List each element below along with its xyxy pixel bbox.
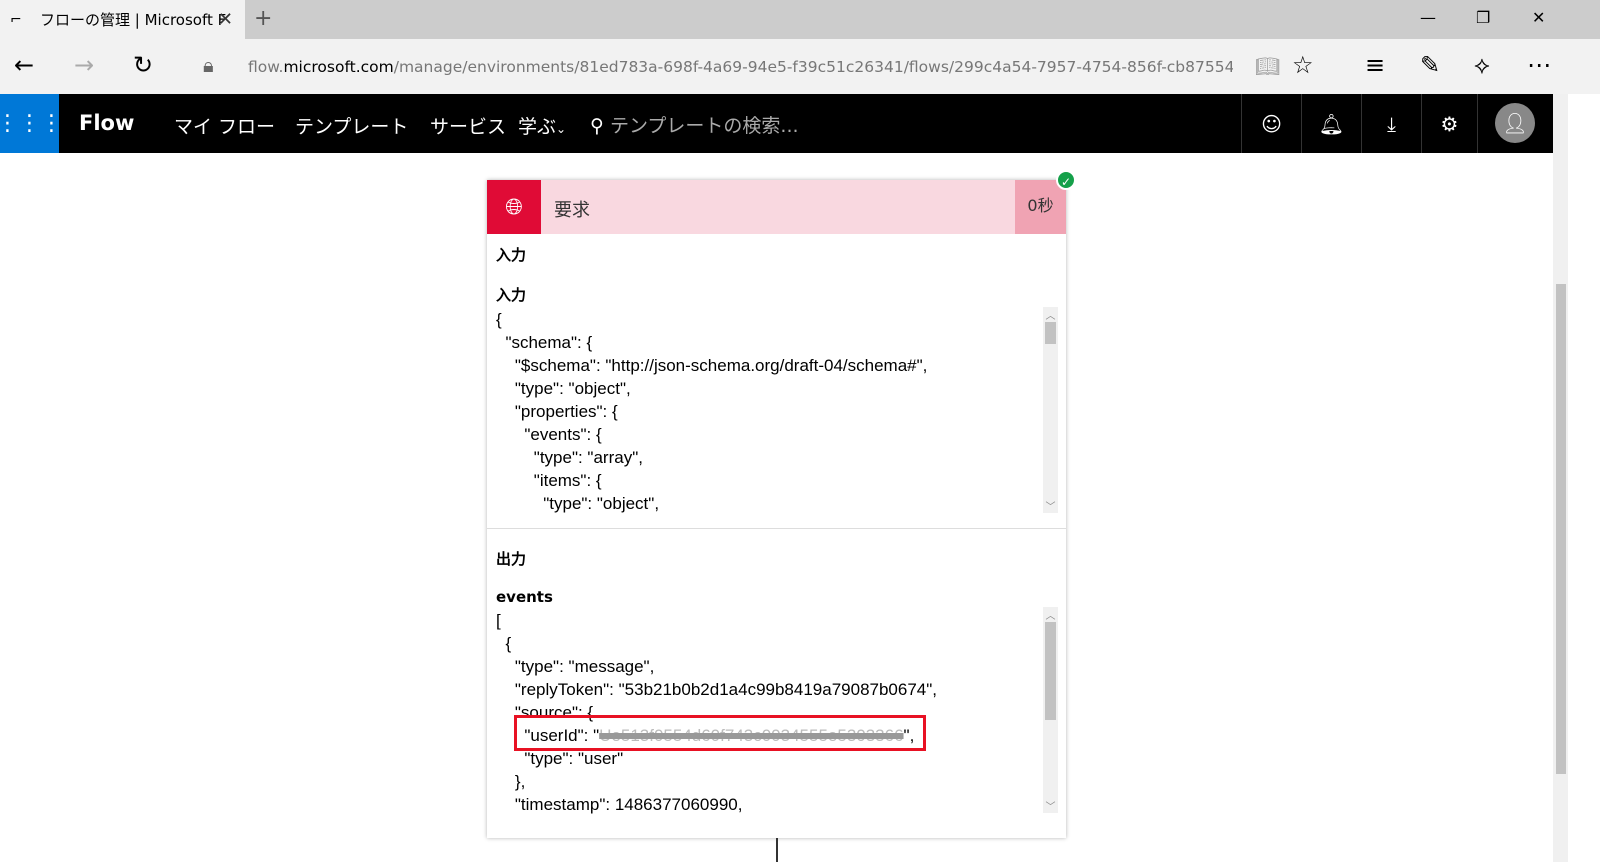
nav-services[interactable]: サービス [430, 112, 506, 139]
app-launcher-icon[interactable]: ⋮⋮⋮ [0, 94, 63, 153]
success-check-icon: ✓ [1056, 170, 1076, 190]
download-icon[interactable]: ⤓ [1361, 94, 1421, 153]
inputs-section-title: 入力 [496, 246, 527, 264]
card-header[interactable]: 🌐︎ 要求 0秒 [487, 180, 1066, 234]
settings-gear-icon[interactable]: ⚙ [1421, 94, 1477, 153]
outputs-section-title: 出力 [496, 550, 527, 568]
inputs-scrollbar[interactable]: ︿ ﹀ [1043, 307, 1058, 513]
chevron-down-icon: ⌄ [556, 122, 567, 136]
more-icon[interactable]: ⋯ [1527, 51, 1551, 79]
feedback-smiley-icon[interactable]: ☺ [1241, 94, 1301, 153]
refresh-icon[interactable]: ↻ [133, 51, 153, 79]
minimize-icon[interactable]: — [1420, 8, 1436, 27]
inputs-code[interactable]: { "schema": { "$schema": "http://json-sc… [496, 308, 1041, 514]
flow-connector [776, 838, 778, 862]
flow-top-nav: ⋮⋮⋮ Flow マイ フロー テンプレート サービス 学ぶ⌄ ⚲ テンプレート… [0, 94, 1553, 153]
avatar[interactable]: 👤︎ [1495, 103, 1535, 143]
browser-tab[interactable]: ⌐ フローの管理 | Microsoft F ✕ [0, 0, 245, 39]
tab-bar: ⌐ フローの管理 | Microsoft F ✕ + — ❐ ✕ [0, 0, 1600, 39]
outputs-scrollbar[interactable]: ︿ ﹀ [1043, 607, 1058, 813]
nav-templates[interactable]: テンプレート [295, 112, 408, 139]
duration: 0秒 [1015, 180, 1066, 234]
outputs-code[interactable]: [ { "type": "message", "replyToken": "53… [496, 609, 1041, 815]
new-tab-icon[interactable]: + [254, 6, 272, 31]
template-search[interactable]: ⚲ テンプレートの検索... [590, 111, 799, 138]
forward-icon[interactable]: → [74, 51, 94, 79]
outputs-label: events [496, 588, 553, 606]
userid-highlight-box [514, 715, 926, 751]
notifications-bell-icon[interactable]: 🔔︎ [1301, 94, 1361, 153]
reading-view-icon[interactable]: 📖︎ [1255, 54, 1280, 78]
share-icon[interactable]: ⟡ [1474, 51, 1490, 79]
card-title: 要求 [554, 200, 590, 221]
page-scrollbar[interactable] [1553, 94, 1568, 862]
tab-title: フローの管理 | Microsoft F [40, 11, 227, 29]
nav-learn[interactable]: 学ぶ⌄ [518, 112, 566, 139]
web-note-icon[interactable]: ✎ [1420, 51, 1440, 79]
close-tab-icon[interactable]: ✕ [218, 9, 233, 30]
divider [487, 528, 1066, 529]
flow-favicon-icon: ⌐ [10, 11, 22, 28]
back-icon[interactable]: ← [14, 51, 34, 79]
favorite-star-icon[interactable]: ☆ [1292, 51, 1314, 79]
nav-my-flows[interactable]: マイ フロー [174, 112, 275, 139]
address-bar: ← → ↻ 🔒︎ flow.microsoft.com/manage/envir… [0, 39, 1600, 94]
close-window-icon[interactable]: ✕ [1532, 8, 1545, 27]
brand[interactable]: Flow [79, 111, 134, 135]
url-field[interactable]: flow.microsoft.com/manage/environments/8… [248, 58, 1233, 76]
lock-icon: 🔒︎ [203, 53, 214, 77]
hub-icon[interactable]: ≡ [1365, 51, 1385, 79]
request-globe-icon: 🌐︎ [487, 180, 541, 234]
search-icon: ⚲ [590, 115, 604, 137]
inputs-label: 入力 [496, 286, 527, 304]
restore-icon[interactable]: ❐ [1476, 8, 1490, 27]
